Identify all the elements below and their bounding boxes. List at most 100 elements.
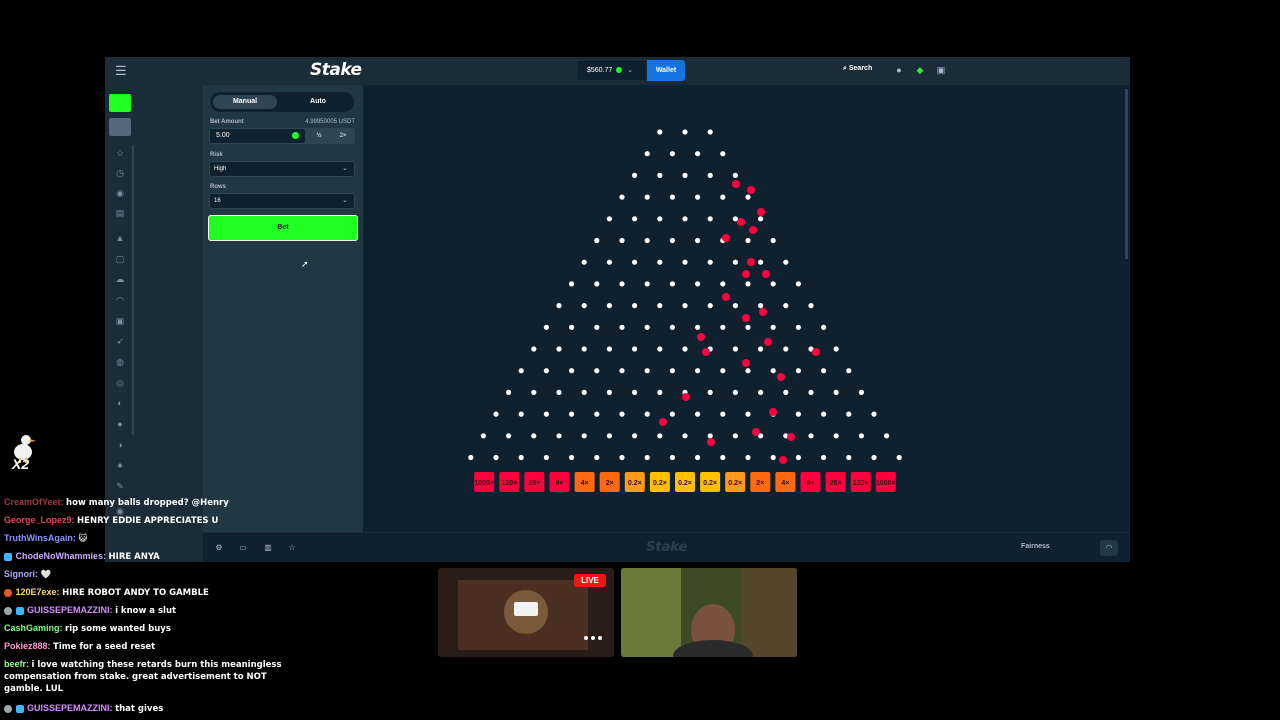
- mouse-cursor-icon: ➚: [301, 259, 309, 269]
- plinko-peg: [707, 172, 713, 178]
- plinko-peg: [732, 172, 738, 178]
- chat-user[interactable]: CreamOfYeet:: [4, 497, 64, 507]
- game-shows-icon[interactable]: ◠: [113, 294, 127, 306]
- plinko-ball: [759, 308, 767, 316]
- chat-user[interactable]: GUISSEPEMAZZINI:: [27, 605, 113, 615]
- risk-select[interactable]: High ⌄: [209, 161, 355, 177]
- gift-icon[interactable]: ▣: [113, 315, 127, 327]
- webcam-feed: [621, 568, 797, 657]
- plinko-peg: [821, 324, 827, 330]
- plinko-ball: [742, 270, 750, 278]
- plinko-peg: [518, 368, 524, 374]
- bucket-label: 4×: [581, 480, 589, 487]
- plinko-peg: [720, 368, 726, 374]
- search-button[interactable]: ⌕ Search: [843, 65, 872, 73]
- live-casino-icon[interactable]: ☁: [113, 273, 127, 285]
- chat-user[interactable]: ChodeNoWhammies:: [16, 551, 107, 561]
- tab-manual[interactable]: Manual: [213, 95, 277, 109]
- tag-icon[interactable]: ✎: [113, 480, 127, 492]
- fairness-link[interactable]: Fairness: [1021, 543, 1050, 550]
- multiplier-bucket: 0.2×: [649, 472, 670, 492]
- wallet-button[interactable]: Wallet: [647, 60, 685, 81]
- originals-icon[interactable]: ◉: [113, 187, 127, 199]
- fire-icon[interactable]: ▲: [113, 232, 127, 244]
- sports-tab[interactable]: [109, 118, 131, 136]
- rows-label: Rows: [210, 184, 227, 190]
- rows-select[interactable]: 16 ⌄: [209, 193, 355, 209]
- plinko-peg: [758, 216, 764, 222]
- list-icon[interactable]: ▤: [113, 207, 127, 219]
- plinko-peg: [732, 389, 738, 395]
- live-badge: LIVE: [574, 574, 606, 587]
- chat-user[interactable]: beefr:: [4, 659, 29, 669]
- dice-icon[interactable]: ◐: [113, 397, 127, 409]
- chat-icon[interactable]: ▣: [936, 65, 946, 75]
- history-icon[interactable]: ◷: [113, 167, 127, 179]
- plinko-ball: [777, 373, 785, 381]
- plinko-peg: [644, 281, 650, 287]
- bucket-label: 130×: [501, 480, 517, 487]
- chat-user[interactable]: TruthWinsAgain:: [4, 533, 76, 543]
- star-icon[interactable]: ☆: [113, 147, 127, 159]
- roulette-icon[interactable]: ◑: [113, 439, 127, 451]
- plinko-peg: [783, 389, 789, 395]
- plinko-peg: [581, 433, 587, 439]
- rocket-icon[interactable]: ➶: [113, 335, 127, 347]
- chat-user[interactable]: Signori:: [4, 569, 38, 579]
- plinko-ball: [747, 258, 755, 266]
- bucket-label: 9×: [807, 480, 815, 487]
- plinko-peg: [632, 216, 638, 222]
- menu-icon[interactable]: ☰: [115, 64, 127, 78]
- chat-user[interactable]: Pokiez888:: [4, 641, 51, 651]
- bet-button[interactable]: Bet: [208, 215, 358, 241]
- bucket-label: 2×: [756, 480, 764, 487]
- poker-icon[interactable]: ♠: [113, 459, 127, 471]
- blackjack-icon[interactable]: ◎: [113, 377, 127, 389]
- plinko-peg: [846, 368, 852, 374]
- bucket-label: 130×: [853, 480, 869, 487]
- plinko-peg: [682, 346, 688, 352]
- right-margin: [1058, 85, 1130, 562]
- table-games-icon[interactable]: ◍: [113, 356, 127, 368]
- badge-icon: [4, 588, 12, 597]
- user-icon[interactable]: ●: [894, 65, 904, 75]
- plinko-ball: [737, 218, 745, 226]
- plinko-peg: [594, 237, 600, 244]
- chat-user[interactable]: George_Lopez9:: [4, 515, 75, 525]
- plinko-peg: [644, 151, 650, 157]
- plinko-peg: [695, 281, 701, 287]
- plinko-peg: [720, 411, 726, 417]
- chat-message: George_Lopez9: HENRY EDDIE APPRECIATES U: [4, 515, 296, 527]
- headset-icon[interactable]: ◠: [1100, 540, 1118, 556]
- plinko-peg: [606, 346, 612, 352]
- bet-amount-input[interactable]: 5.00: [210, 129, 305, 143]
- plinko-peg: [569, 281, 575, 287]
- sidebar-scrollbar[interactable]: [132, 145, 134, 435]
- plinko-peg: [669, 194, 675, 200]
- chip-icon[interactable]: ●: [113, 418, 127, 430]
- bucket-label: 0.2×: [628, 480, 642, 487]
- plinko-peg: [644, 237, 650, 244]
- half-bet-button[interactable]: ½: [309, 128, 329, 144]
- double-bet-button[interactable]: 2×: [333, 128, 353, 144]
- webcam-image: [621, 568, 797, 657]
- chat-user[interactable]: GUISSEPEMAZZINI:: [27, 703, 113, 713]
- chat-message: ChodeNoWhammies: HIRE ANYA: [4, 551, 296, 563]
- stake-window: ☰ Stake $560.77 ⌄ Wallet ⌕ Search ● ◆ ▣ …: [105, 57, 1130, 562]
- plinko-peg: [732, 259, 738, 265]
- chat-user[interactable]: CashGaming:: [4, 623, 63, 633]
- plinko-peg: [644, 368, 650, 374]
- plinko-peg: [644, 194, 650, 200]
- chat-user[interactable]: 120E7exe:: [16, 587, 60, 597]
- plinko-peg: [846, 454, 852, 461]
- plinko-peg: [695, 237, 701, 244]
- plinko-ball: [732, 180, 740, 188]
- balance-display[interactable]: $560.77 ⌄: [578, 61, 646, 80]
- tab-auto[interactable]: Auto: [286, 95, 350, 109]
- page-scrollbar[interactable]: [1125, 89, 1128, 259]
- stake-logo[interactable]: Stake: [310, 60, 362, 80]
- game-footer: ⚙ ▭ ▥ ☆ Stake Fairness ◠: [203, 532, 1130, 562]
- slots-icon[interactable]: ▢: [113, 253, 127, 265]
- rewards-icon[interactable]: ◆: [915, 65, 925, 75]
- casino-tab[interactable]: [109, 94, 131, 112]
